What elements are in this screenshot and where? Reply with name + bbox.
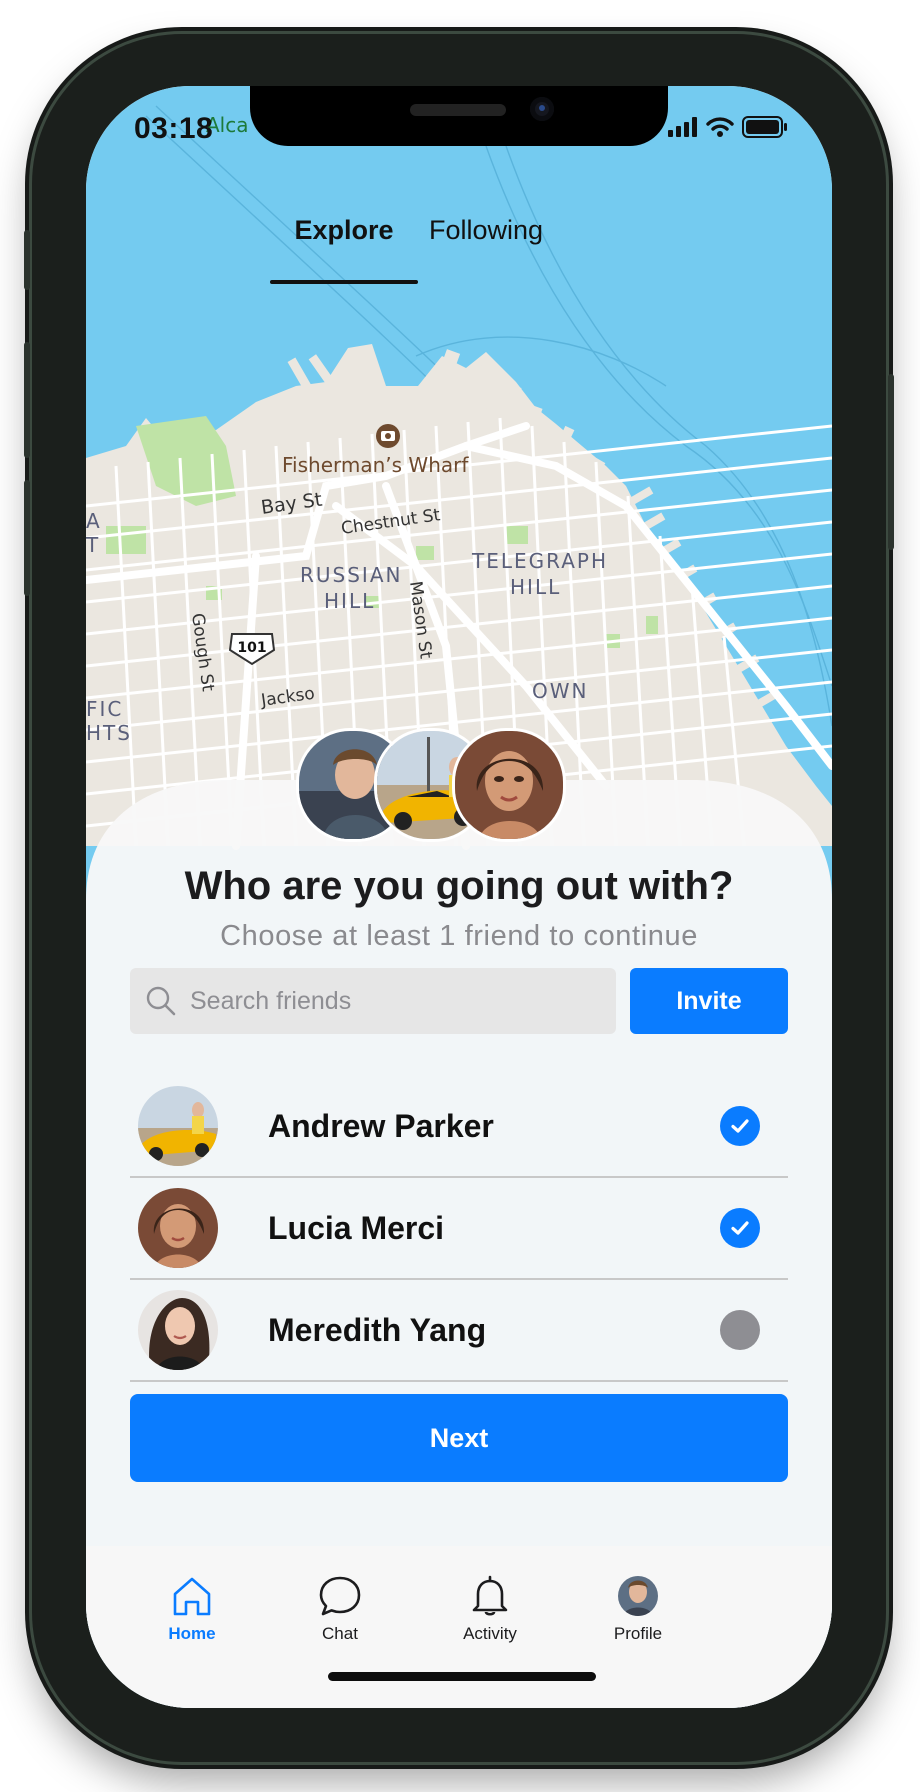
feed-tabs: Explore Following <box>86 198 832 284</box>
friend-selected-checkbox[interactable] <box>720 1208 760 1248</box>
map-label-telegraph-hill: HILL <box>510 575 561 599</box>
friend-row-andrew-parker[interactable]: Andrew Parker <box>130 1076 788 1178</box>
home-icon <box>173 1577 211 1616</box>
highway-101-label: 101 <box>237 640 266 656</box>
friend-name: Lucia Merci <box>268 1209 445 1246</box>
tabbar-profile[interactable]: Profile <box>578 1574 698 1644</box>
map-label-russian-hill: HILL <box>324 589 375 613</box>
tabbar-home[interactable]: Home <box>132 1574 252 1644</box>
bottom-tab-bar: Home Chat Activity Profile <box>86 1546 832 1708</box>
status-icons <box>668 116 788 138</box>
friend-row-meredith-yang[interactable]: Meredith Yang <box>130 1280 788 1382</box>
friend-name: Andrew Parker <box>268 1107 494 1144</box>
sheet-title: Who are you going out with? <box>184 864 734 908</box>
friend-row-lucia-merci[interactable]: Lucia Merci <box>130 1178 788 1280</box>
tabbar-chat[interactable]: Chat <box>280 1574 400 1644</box>
map-label-partial-t: T <box>86 533 99 557</box>
phone-frame: Alca Fisherman’s Wharf Bay St Chestnut S… <box>24 34 894 1762</box>
silent-switch <box>24 230 30 290</box>
search-input[interactable] <box>188 985 572 1017</box>
map-label-partial-hts: HTS <box>86 721 132 745</box>
friend-selected-checkbox[interactable] <box>720 1106 760 1146</box>
sheet-subtitle: Choose at least 1 friend to continue <box>220 920 698 952</box>
photo-spot-icon[interactable] <box>376 424 400 448</box>
map-label-fishermans-wharf: Fisherman’s Wharf <box>282 453 469 477</box>
profile-avatar <box>618 1576 658 1616</box>
next-button[interactable]: Next <box>130 1394 788 1482</box>
bell-icon <box>472 1575 508 1616</box>
tabbar-label: Profile <box>613 1624 663 1643</box>
status-time: 03:18 <box>134 112 214 145</box>
tabbar-label: Activity <box>463 1624 517 1643</box>
notch <box>250 86 668 146</box>
app-screen: Alca Fisherman’s Wharf Bay St Chestnut S… <box>86 86 832 1708</box>
tab-active-underline <box>270 280 418 284</box>
search-friends-field[interactable] <box>130 968 616 1034</box>
invite-button[interactable]: Invite <box>630 968 788 1034</box>
volume-up-button <box>24 342 30 458</box>
map-label-russian: RUSSIAN <box>300 563 402 587</box>
friend-name: Meredith Yang <box>268 1311 487 1348</box>
power-button <box>888 374 894 550</box>
home-indicator[interactable] <box>328 1672 596 1681</box>
selected-friends-avatars <box>296 728 566 848</box>
checkmark-icon <box>731 1221 749 1235</box>
volume-down-button <box>24 480 30 596</box>
checkmark-icon <box>731 1119 749 1133</box>
speaker <box>410 104 506 116</box>
tabbar-activity[interactable]: Activity <box>430 1574 550 1644</box>
wifi-icon <box>706 117 734 137</box>
map-label-partial-town: OWN <box>532 679 588 703</box>
chat-bubble-icon <box>319 1576 361 1616</box>
map-label-partial-fic: FIC <box>86 697 123 721</box>
search-icon <box>146 986 176 1016</box>
friend-avatar <box>138 1188 218 1268</box>
battery-icon <box>742 116 787 138</box>
front-camera <box>530 97 554 121</box>
map-label-telegraph: TELEGRAPH <box>471 549 608 573</box>
friend-avatar <box>138 1086 218 1166</box>
map-label-partial-a: A <box>86 509 100 533</box>
friend-avatar-lucia <box>452 728 566 842</box>
friend-unselected-checkbox[interactable] <box>720 1310 760 1350</box>
friend-avatar <box>138 1290 218 1370</box>
tab-following[interactable]: Following <box>416 198 556 262</box>
tabbar-label: Chat <box>322 1624 358 1643</box>
tab-explore[interactable]: Explore <box>272 198 416 262</box>
friends-list: Andrew Parker Lucia Merci Meredith Yang <box>130 1076 788 1382</box>
tabbar-label: Home <box>168 1624 216 1643</box>
cellular-signal-icon <box>668 117 697 137</box>
